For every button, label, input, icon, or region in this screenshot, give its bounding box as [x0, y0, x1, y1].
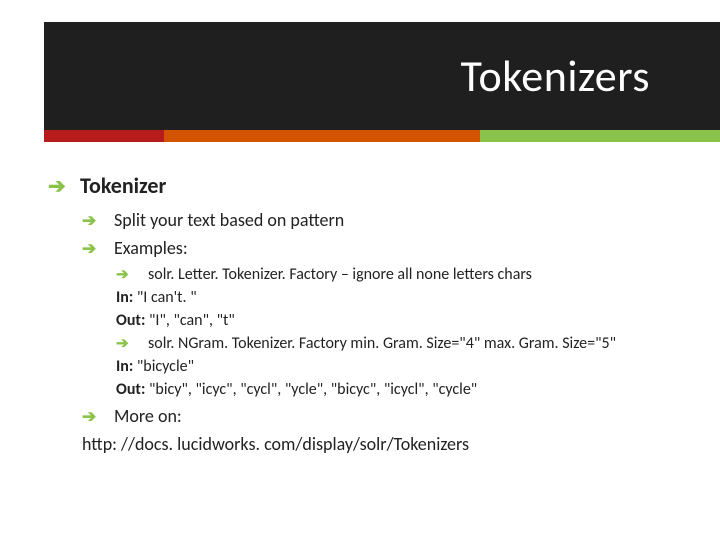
label: In:: [116, 357, 133, 376]
example-out-1: Out: "I", "can", "t": [116, 311, 682, 330]
slide: Tokenizers ➔ Tokenizer ➔ Split your text…: [0, 0, 720, 540]
stripe-orange: [164, 130, 480, 142]
label: In:: [116, 288, 133, 307]
example-in-1: In: "I can't. ": [116, 288, 682, 307]
text: solr. Letter. Tokenizer. Factory – ignor…: [148, 265, 532, 284]
bullet-lvl2-more: ➔ More on:: [82, 405, 682, 427]
text: More on:: [114, 405, 182, 427]
text: Tokenizer: [80, 172, 166, 199]
text: Examples:: [114, 237, 188, 259]
arrow-icon: ➔: [82, 238, 98, 259]
arrow-icon: ➔: [82, 406, 98, 427]
slide-title: Tokenizers: [460, 49, 650, 103]
label: Out:: [116, 311, 145, 330]
arrow-icon: ➔: [116, 334, 132, 353]
bullet-lvl3-ngram-factory: ➔ solr. NGram. Tokenizer. Factory min. G…: [116, 334, 682, 353]
arrow-icon: ➔: [82, 210, 98, 231]
example-out-2: Out: "bicy", "icyc", "cycl", "ycle", "bi…: [116, 380, 682, 399]
value: "I", "can", "t": [145, 311, 234, 330]
stripe-green: [480, 130, 720, 142]
example-in-2: In: "bicycle": [116, 357, 682, 376]
value: "I can't. ": [133, 288, 196, 307]
stripe-red: [44, 130, 164, 142]
title-banner: Tokenizers: [0, 22, 720, 142]
label: Out:: [116, 380, 145, 399]
arrow-icon: ➔: [116, 265, 132, 284]
bullet-lvl3-letter-factory: ➔ solr. Letter. Tokenizer. Factory – ign…: [116, 265, 682, 284]
bullet-lvl2-split: ➔ Split your text based on pattern: [82, 209, 682, 231]
accent-stripes: [44, 130, 720, 142]
value: "bicy", "icyc", "cycl", "ycle", "bicyc",…: [145, 380, 477, 399]
content-body: ➔ Tokenizer ➔ Split your text based on p…: [48, 168, 682, 455]
text: Split your text based on pattern: [114, 209, 344, 231]
bullet-lvl2-examples: ➔ Examples:: [82, 237, 682, 259]
text: solr. NGram. Tokenizer. Factory min. Gra…: [148, 334, 616, 353]
more-link: http: //docs. lucidworks. com/display/so…: [82, 433, 682, 455]
title-bar: Tokenizers: [44, 22, 720, 130]
value: "bicycle": [133, 357, 194, 376]
arrow-icon: ➔: [48, 173, 64, 199]
bullet-lvl1-tokenizer: ➔ Tokenizer: [48, 172, 682, 199]
